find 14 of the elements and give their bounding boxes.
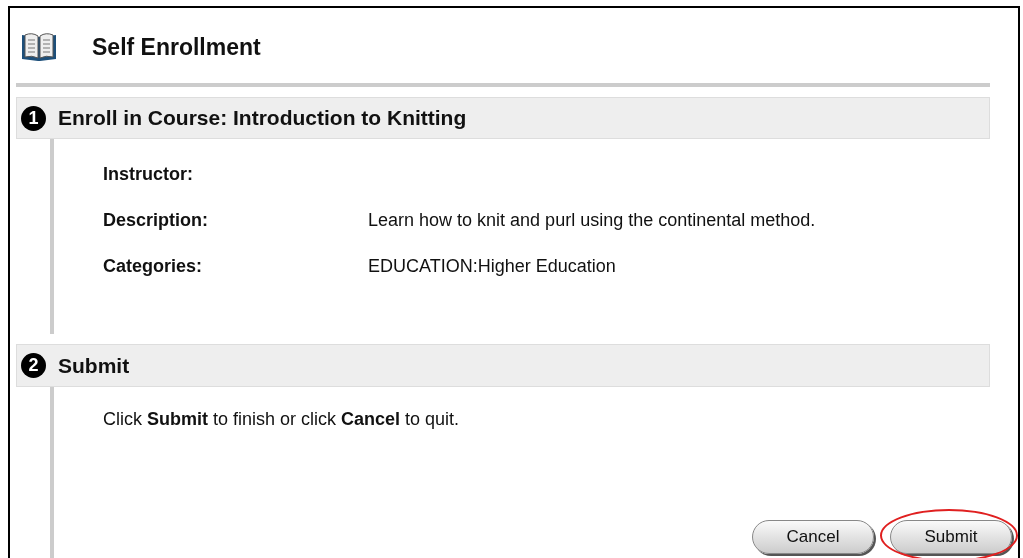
- instruction-text: Click Submit to finish or click Cancel to quit.: [103, 409, 461, 431]
- step-title: Enroll in Course: Introduction to Knitting: [58, 106, 467, 131]
- field-label: Categories:: [103, 255, 204, 277]
- step-title: Submit: [58, 353, 130, 378]
- step-number: 2: [21, 353, 46, 379]
- field-value: EDUCATION:Higher Education: [368, 255, 616, 277]
- step-number: 1: [21, 105, 46, 131]
- field-label: Instructor:: [103, 163, 194, 185]
- field-label: Description:: [103, 209, 209, 231]
- field-value: Learn how to knit and purl using the continental method.: [368, 209, 816, 231]
- page-title: Self Enrollment: [92, 33, 261, 61]
- submit-button[interactable]: Submit: [890, 520, 1012, 554]
- cancel-button[interactable]: Cancel: [752, 520, 874, 554]
- book-icon: [20, 31, 58, 64]
